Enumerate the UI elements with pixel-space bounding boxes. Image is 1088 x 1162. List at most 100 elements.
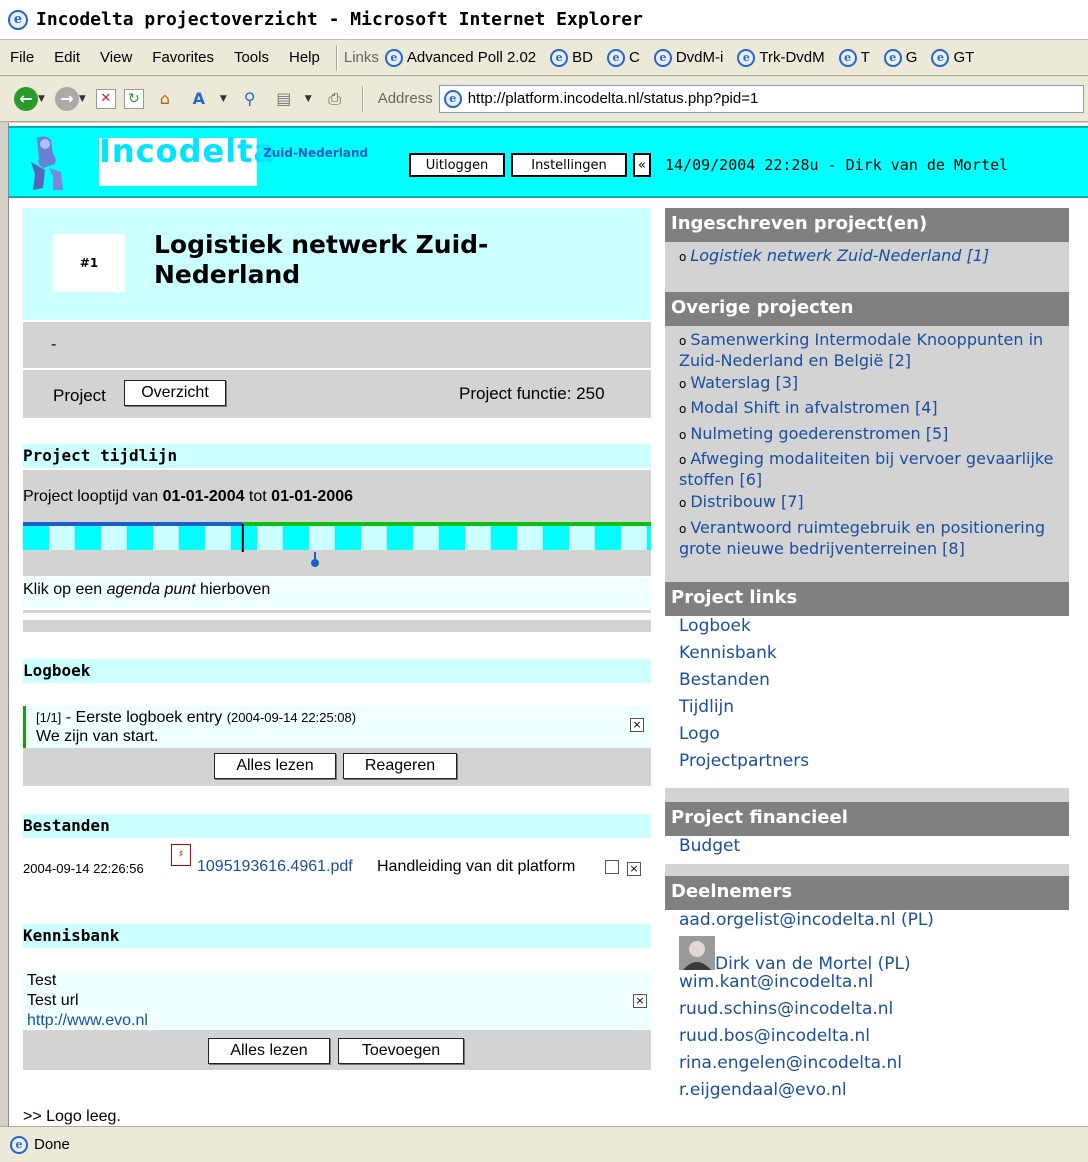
home-icon[interactable]: ⌂ <box>152 86 178 112</box>
member-link[interactable]: ruud.schins@incodelta.nl <box>679 999 893 1019</box>
timeline-segment[interactable] <box>257 526 283 550</box>
stop-icon[interactable]: ✕ <box>95 88 116 109</box>
menu-help[interactable]: Help <box>279 49 330 66</box>
timeline-segment[interactable] <box>127 526 153 550</box>
link-gt[interactable]: e GT <box>931 48 974 67</box>
logbook-read-all-button[interactable]: Alles lezen <box>214 753 336 779</box>
incodelta-figure-icon <box>31 136 63 190</box>
timeline-segment[interactable] <box>465 526 491 550</box>
members-heading: Deelnemers <box>665 876 1069 910</box>
timeline-segment[interactable] <box>543 526 569 550</box>
timeline-segment[interactable] <box>153 526 179 550</box>
project-link-kennisbank[interactable]: Kennisbank <box>679 643 777 663</box>
logout-button[interactable]: Uitloggen <box>409 153 505 177</box>
chevron-down-icon[interactable]: ▼ <box>38 94 45 104</box>
other-project-item[interactable]: o Afweging modaliteiten bij vervoer gevaa… <box>679 449 1069 490</box>
file-link[interactable]: 1095193616.4961.pdf <box>197 858 353 876</box>
menu-view[interactable]: View <box>90 49 142 66</box>
timeline-segment[interactable] <box>309 526 335 550</box>
timeline-segment[interactable] <box>517 526 543 550</box>
settings-button[interactable]: Instellingen <box>511 153 627 177</box>
menu-tools[interactable]: Tools <box>224 49 279 66</box>
other-project-item[interactable]: o Waterslag [3] <box>679 373 1069 394</box>
logbook-respond-button[interactable]: Reageren <box>343 753 457 779</box>
collapse-button[interactable]: « <box>633 153 651 177</box>
project-link-tijdlijn[interactable]: Tijdlijn <box>679 697 734 717</box>
other-project-item[interactable]: o Modal Shift in afvalstromen [4] <box>679 398 1069 419</box>
link-t[interactable]: eT <box>838 48 870 67</box>
timeline-segment[interactable] <box>413 526 439 550</box>
logo[interactable]: Incodelta <box>99 132 275 186</box>
timeline-segment[interactable] <box>231 526 257 550</box>
timeline-segment[interactable] <box>75 526 101 550</box>
timeline-segment[interactable] <box>621 526 647 550</box>
link-g[interactable]: eG <box>883 48 917 67</box>
other-project-item[interactable]: o Nulmeting goederenstromen [5] <box>679 424 1069 445</box>
project-link-bestanden[interactable]: Bestanden <box>679 670 770 690</box>
knowledge-read-all-button[interactable]: Alles lezen <box>208 1038 330 1064</box>
member-link[interactable]: wim.kant@incodelta.nl <box>679 972 873 992</box>
timeline-segment[interactable] <box>283 526 309 550</box>
link-dvdm-i[interactable]: e DvdM-i <box>653 48 723 67</box>
link-trk-dvdm[interactable]: e Trk-DvdM <box>737 48 825 67</box>
timeline-segment[interactable] <box>179 526 205 550</box>
chevron-down-icon[interactable]: ▼ <box>305 94 312 104</box>
address-bar[interactable]: e http://platform.incodelta.nl/status.ph… <box>438 84 1084 113</box>
overview-button[interactable]: Overzicht <box>124 380 226 406</box>
member-link[interactable]: rina.engelen@incodelta.nl <box>679 1053 902 1073</box>
subscribed-project[interactable]: o Logistiek netwerk Zuid-Nederland [1] <box>679 246 1069 267</box>
address-url[interactable]: http://platform.incodelta.nl/status.php?… <box>468 90 759 107</box>
project-title: Logistiek netwerk Zuid-Nederland <box>154 230 489 289</box>
project-link-projectpartners[interactable]: Projectpartners <box>679 751 809 771</box>
member-link[interactable]: r.eijgendaal@evo.nl <box>679 1080 847 1100</box>
menu-edit[interactable]: Edit <box>44 49 90 66</box>
timeline-segment[interactable] <box>23 526 49 550</box>
print-icon[interactable]: ⎙ <box>322 86 348 112</box>
logo-text: Incodelta <box>99 132 277 170</box>
timeline-segment[interactable] <box>595 526 621 550</box>
member-link[interactable]: aad.orgelist@incodelta.nl (PL) <box>679 910 934 930</box>
logbook-entry-index: [1/1] <box>36 710 62 725</box>
menu-file[interactable]: File <box>0 49 44 66</box>
timeline-segment[interactable] <box>361 526 387 550</box>
finance-budget-link[interactable]: Budget <box>679 836 740 856</box>
other-project-item[interactable]: o Distribouw [7] <box>679 492 1069 513</box>
timeline-segment[interactable] <box>205 526 231 550</box>
search-icon[interactable]: ⚲ <box>237 86 263 112</box>
chevron-down-icon[interactable]: ▼ <box>220 94 227 104</box>
timeline-segment[interactable] <box>49 526 75 550</box>
back-icon[interactable]: ← <box>14 86 38 111</box>
other-project-item[interactable]: o Verantwoord ruimtegebruik en positioner… <box>679 518 1069 559</box>
timeline-segment[interactable] <box>647 526 651 550</box>
timeline-segment[interactable] <box>569 526 595 550</box>
refresh-icon[interactable]: ↻ <box>123 88 144 109</box>
ie-page-icon: e <box>931 48 950 67</box>
font-size-icon[interactable]: A <box>186 86 212 112</box>
menu-favorites[interactable]: Favorites <box>142 49 224 66</box>
close-icon[interactable]: × <box>630 718 644 732</box>
ie-page-icon: e <box>838 48 857 67</box>
edit-icon[interactable]: ▤ <box>271 86 297 112</box>
timeline-segment[interactable] <box>491 526 517 550</box>
link-bd[interactable]: e BD <box>550 48 593 67</box>
file-checkbox[interactable] <box>605 860 619 874</box>
link-advanced-poll[interactable]: e Advanced Poll 2.02 <box>384 48 536 67</box>
knowledge-add-button[interactable]: Toevoegen <box>338 1038 464 1064</box>
project-link-logo[interactable]: Logo <box>679 724 720 744</box>
close-icon[interactable]: × <box>633 994 647 1008</box>
timeline-bar[interactable] <box>23 522 651 570</box>
knowledge-url[interactable]: http://www.evo.nl <box>27 1012 148 1030</box>
other-project-item[interactable]: o Samenwerking Intermodale Knooppunten in… <box>679 330 1069 371</box>
agenda-point-icon[interactable] <box>311 559 319 567</box>
close-icon[interactable]: × <box>627 862 641 876</box>
timeline-segment[interactable] <box>101 526 127 550</box>
project-link-logboek[interactable]: Logboek <box>679 616 751 636</box>
member-link[interactable]: Dirk van de Mortel (PL) <box>715 954 911 974</box>
link-c[interactable]: eC <box>607 48 640 67</box>
member-link[interactable]: ruud.bos@incodelta.nl <box>679 1026 870 1046</box>
timeline-segment[interactable] <box>387 526 413 550</box>
timeline-segment[interactable] <box>439 526 465 550</box>
chevron-down-icon[interactable]: ▼ <box>79 94 86 104</box>
forward-icon[interactable]: → <box>54 86 79 111</box>
timeline-segment[interactable] <box>335 526 361 550</box>
